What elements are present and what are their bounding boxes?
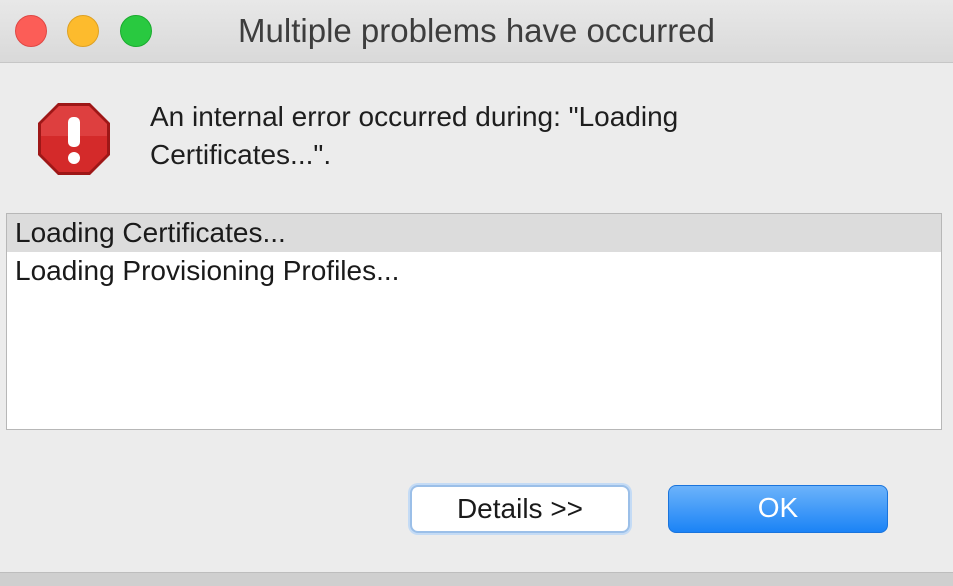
problem-list[interactable]: Loading Certificates... Loading Provisio… [6, 213, 942, 430]
error-stop-icon [38, 103, 110, 175]
error-message-line-2: Certificates...". [150, 139, 332, 170]
zoom-window-button[interactable] [120, 15, 152, 47]
error-message: An internal error occurred during: "Load… [150, 98, 830, 174]
details-button[interactable]: Details >> [410, 485, 630, 533]
title-bar: Multiple problems have occurred [0, 0, 953, 63]
window-title: Multiple problems have occurred [238, 12, 715, 49]
ok-button[interactable]: OK [668, 485, 888, 533]
error-message-line-1: An internal error occurred during: "Load… [150, 101, 679, 132]
window-bottom-edge [0, 572, 953, 586]
dialog-window: Multiple problems have occurred An inter… [0, 0, 953, 586]
list-item-loading-certificates[interactable]: Loading Certificates... [7, 214, 941, 252]
minimize-window-button[interactable] [67, 15, 99, 47]
list-item-loading-provisioning-profiles[interactable]: Loading Provisioning Profiles... [7, 252, 941, 290]
close-window-button[interactable] [15, 15, 47, 47]
